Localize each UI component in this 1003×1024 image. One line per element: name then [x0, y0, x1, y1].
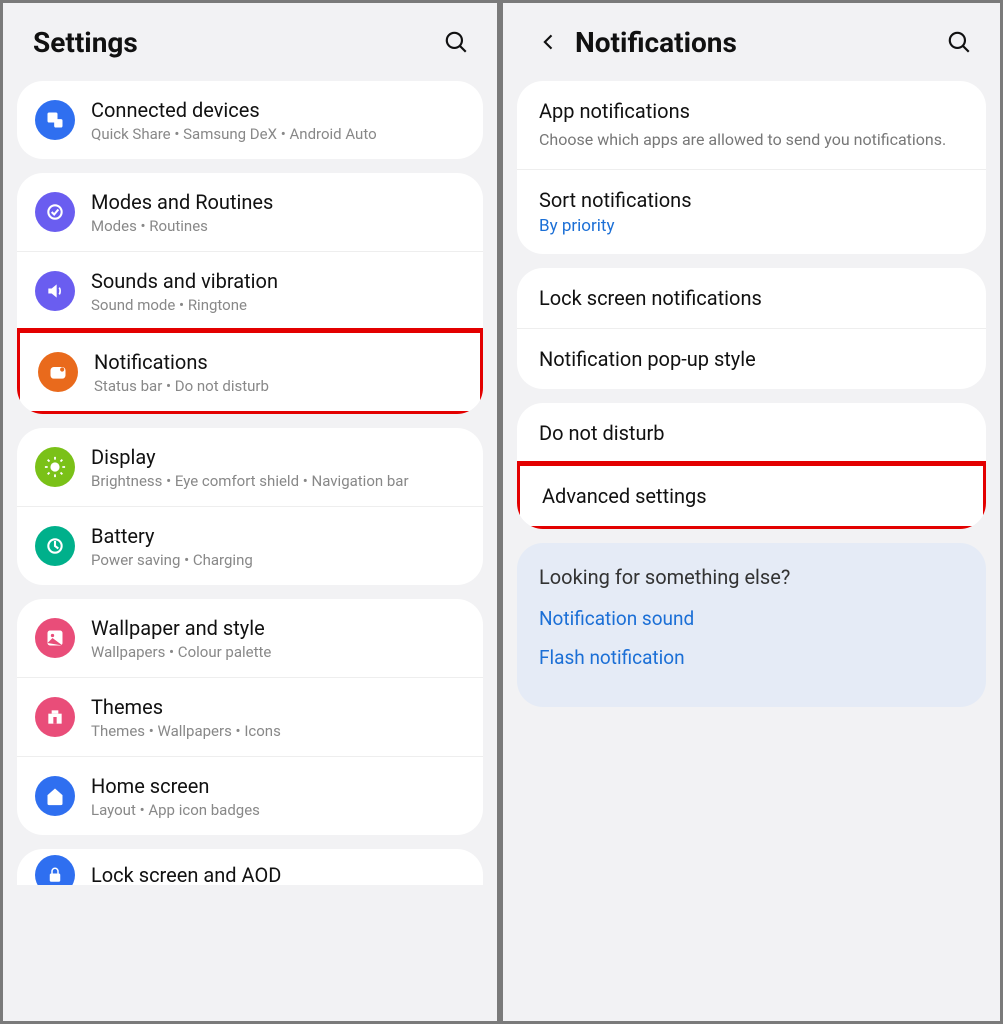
settings-header: Settings: [3, 3, 497, 81]
row-title: Lock screen and AOD: [91, 862, 465, 885]
row-title: Notifications: [94, 349, 462, 375]
row-notifications[interactable]: Notifications Status bar • Do not distur…: [20, 333, 480, 411]
row-title: Lock screen notifications: [539, 286, 964, 310]
home-screen-icon: [35, 776, 75, 816]
row-advanced-settings[interactable]: Advanced settings: [520, 466, 983, 526]
notifications-icon: [38, 352, 78, 392]
settings-panel: Settings Connected devices Quick Share •…: [0, 0, 500, 1024]
row-title: Display: [91, 444, 465, 470]
row-app-notifications[interactable]: App notifications Choose which apps are …: [517, 81, 986, 169]
display-icon: [35, 447, 75, 487]
row-sub: Modes • Routines: [91, 217, 465, 235]
row-title: Connected devices: [91, 97, 465, 123]
notifications-panel: Notifications App notifications Choose w…: [500, 0, 1003, 1024]
settings-list[interactable]: Connected devices Quick Share • Samsung …: [3, 81, 497, 1021]
row-home-screen[interactable]: Home screen Layout • App icon badges: [17, 756, 483, 835]
link-notification-sound[interactable]: Notification sound: [539, 607, 964, 630]
connected-devices-icon: [35, 100, 75, 140]
search-button[interactable]: [437, 23, 475, 61]
row-modes-routines[interactable]: Modes and Routines Modes • Routines: [17, 173, 483, 251]
row-do-not-disturb[interactable]: Do not disturb: [517, 403, 986, 463]
notif-group: Do not disturb Advanced settings: [517, 403, 986, 529]
row-sub: Quick Share • Samsung DeX • Android Auto: [91, 125, 465, 143]
notif-group: App notifications Choose which apps are …: [517, 81, 986, 254]
search-icon: [443, 29, 469, 55]
row-text: Connected devices Quick Share • Samsung …: [91, 97, 465, 143]
row-lock-screen[interactable]: Lock screen and AOD: [17, 849, 483, 885]
row-title: Battery: [91, 523, 465, 549]
settings-group: Wallpaper and style Wallpapers • Colour …: [17, 599, 483, 835]
row-title: Wallpaper and style: [91, 615, 465, 641]
row-title: Advanced settings: [542, 484, 961, 508]
chevron-left-icon: [539, 32, 559, 52]
settings-group: Display Brightness • Eye comfort shield …: [17, 428, 483, 585]
search-button[interactable]: [940, 23, 978, 61]
battery-icon: [35, 526, 75, 566]
modes-routines-icon: [35, 192, 75, 232]
highlight-notifications: Notifications Status bar • Do not distur…: [17, 328, 483, 414]
row-sub: Power saving • Charging: [91, 551, 465, 569]
lock-screen-icon: [35, 855, 75, 885]
sounds-icon: [35, 271, 75, 311]
row-value: By priority: [539, 216, 964, 236]
row-battery[interactable]: Battery Power saving • Charging: [17, 506, 483, 585]
row-wallpaper[interactable]: Wallpaper and style Wallpapers • Colour …: [17, 599, 483, 677]
row-title: Themes: [91, 694, 465, 720]
notifications-header: Notifications: [503, 3, 1000, 81]
search-icon: [946, 29, 972, 55]
row-sub: Choose which apps are allowed to send yo…: [539, 129, 964, 151]
row-sub: Brightness • Eye comfort shield • Naviga…: [91, 472, 465, 490]
themes-icon: [35, 697, 75, 737]
link-flash-notification[interactable]: Flash notification: [539, 646, 964, 669]
row-popup-style[interactable]: Notification pop-up style: [517, 328, 986, 389]
settings-group: Modes and Routines Modes • Routines Soun…: [17, 173, 483, 414]
notifications-list[interactable]: App notifications Choose which apps are …: [503, 81, 1000, 1021]
row-title: Home screen: [91, 773, 465, 799]
row-themes[interactable]: Themes Themes • Wallpapers • Icons: [17, 677, 483, 756]
settings-group: Lock screen and AOD: [17, 849, 483, 885]
row-sub: Themes • Wallpapers • Icons: [91, 722, 465, 740]
lfse-title: Looking for something else?: [539, 565, 964, 589]
wallpaper-icon: [35, 618, 75, 658]
page-title: Settings: [33, 26, 427, 59]
page-title: Notifications: [575, 26, 930, 59]
row-title: App notifications: [539, 99, 964, 123]
row-connected-devices[interactable]: Connected devices Quick Share • Samsung …: [17, 81, 483, 159]
back-button[interactable]: [533, 26, 565, 58]
row-sounds-vibration[interactable]: Sounds and vibration Sound mode • Ringto…: [17, 251, 483, 330]
row-sub: Wallpapers • Colour palette: [91, 643, 465, 661]
row-sub: Status bar • Do not disturb: [94, 377, 462, 395]
looking-for-else: Looking for something else? Notification…: [517, 543, 986, 707]
row-title: Notification pop-up style: [539, 347, 964, 371]
row-title: Do not disturb: [539, 421, 964, 445]
notif-group: Lock screen notifications Notification p…: [517, 268, 986, 389]
row-title: Sounds and vibration: [91, 268, 465, 294]
row-title: Modes and Routines: [91, 189, 465, 215]
row-sub: Layout • App icon badges: [91, 801, 465, 819]
row-sub: Sound mode • Ringtone: [91, 296, 465, 314]
row-lock-screen-notifications[interactable]: Lock screen notifications: [517, 268, 986, 328]
row-title: Sort notifications: [539, 188, 964, 212]
settings-group: Connected devices Quick Share • Samsung …: [17, 81, 483, 159]
row-display[interactable]: Display Brightness • Eye comfort shield …: [17, 428, 483, 506]
row-sort-notifications[interactable]: Sort notifications By priority: [517, 169, 986, 254]
highlight-advanced-settings: Advanced settings: [517, 461, 986, 529]
